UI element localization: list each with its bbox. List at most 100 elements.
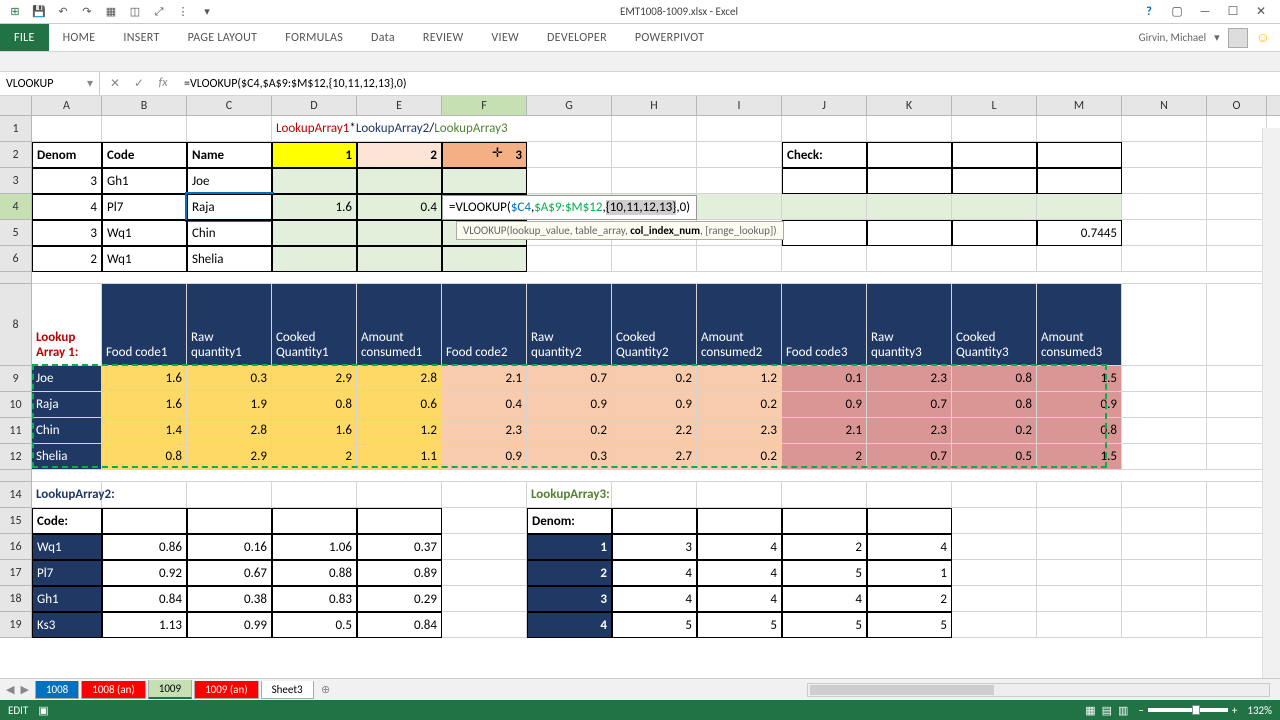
cell-I8[interactable]: Amount consumed2 — [697, 284, 782, 366]
sheet-nav-next-icon[interactable]: ▶ — [20, 683, 28, 696]
cell-A14[interactable]: LookupArray2: — [32, 482, 102, 508]
col-header-L[interactable]: L — [952, 96, 1037, 115]
qat-ext3-icon[interactable]: ⤢ — [148, 1, 170, 23]
row-header-13[interactable] — [0, 470, 32, 482]
cell-D2[interactable]: 1 — [272, 142, 357, 168]
col-header-D[interactable]: D — [272, 96, 357, 115]
cell-A4[interactable]: 4 — [32, 194, 102, 220]
col-header-B[interactable]: B — [102, 96, 187, 115]
col-header-E[interactable]: E — [357, 96, 442, 115]
cell-A12[interactable]: Shelia — [32, 444, 102, 470]
cell-M8[interactable]: Amount consumed3 — [1037, 284, 1122, 366]
cell-J8[interactable]: Food code3 — [782, 284, 867, 366]
tab-home[interactable]: HOME — [49, 24, 110, 51]
cell-A10[interactable]: Raja — [32, 392, 102, 418]
sheet-tab-1008an[interactable]: 1008 (an) — [81, 681, 146, 699]
close-icon[interactable]: ✕ — [1248, 2, 1274, 22]
col-header-C[interactable]: C — [187, 96, 272, 115]
col-header-M[interactable]: M — [1037, 96, 1122, 115]
qat-ext4-icon[interactable]: ⋮ — [172, 1, 194, 23]
ribbon-options-icon[interactable]: ▢ — [1164, 2, 1190, 22]
sheet-tab-1009[interactable]: 1009 — [148, 680, 192, 699]
account-user[interactable]: Girvin, Michael ▾ ☺ — [1129, 24, 1280, 51]
undo-icon[interactable]: ↶ — [52, 1, 74, 23]
macro-record-icon[interactable]: ▣ — [38, 704, 48, 717]
vertical-scrollbar[interactable] — [1262, 128, 1280, 678]
cancel-formula-icon[interactable]: ✕ — [106, 76, 124, 91]
row-header-8[interactable]: 8 — [0, 284, 32, 366]
minimize-icon[interactable]: — — [1192, 2, 1218, 22]
select-all-triangle[interactable] — [0, 96, 32, 115]
row-header-2[interactable]: 2 — [0, 142, 32, 168]
cell-B6[interactable]: Wq1 — [102, 246, 187, 272]
col-header-N[interactable]: N — [1122, 96, 1207, 115]
in-cell-formula[interactable]: =VLOOKUP($C4,$A$9:$M$12,{10,11,12,13},0) — [442, 195, 697, 220]
cells-area[interactable]: LookupArray1 * LookupArray2 / LookupArra… — [32, 116, 1267, 638]
col-header-F[interactable]: F — [442, 96, 527, 115]
cell-G8[interactable]: Raw quantity2 — [527, 284, 612, 366]
enter-formula-icon[interactable]: ✓ — [130, 76, 148, 91]
redo-icon[interactable]: ↷ — [76, 1, 98, 23]
cell-C1[interactable] — [187, 116, 272, 142]
tab-insert[interactable]: INSERT — [109, 24, 173, 51]
zoom-slider[interactable] — [1148, 708, 1228, 712]
row-header-6[interactable]: 6 — [0, 246, 32, 272]
cell-A9[interactable]: Joe — [32, 366, 102, 392]
cell-A8[interactable]: Lookup Array 1: — [32, 284, 102, 366]
cell-D4[interactable]: 1.6 — [272, 194, 357, 220]
row-header-9[interactable]: 9 — [0, 366, 32, 392]
tab-review[interactable]: REVIEW — [409, 24, 478, 51]
col-header-J[interactable]: J — [782, 96, 867, 115]
tab-formulas[interactable]: FORMULAS — [271, 24, 357, 51]
row-header-10[interactable]: 10 — [0, 392, 32, 418]
cell-B4[interactable]: Pl7 — [102, 194, 187, 220]
cell-G14[interactable]: LookupArray3: — [527, 482, 612, 508]
horizontal-scrollbar[interactable] — [807, 683, 1270, 697]
sheet-nav-prev-icon[interactable]: ◀ — [6, 683, 14, 696]
cell-F2[interactable]: 3 — [442, 142, 527, 168]
cell-E2[interactable]: 2 — [357, 142, 442, 168]
row-header-5[interactable]: 5 — [0, 220, 32, 246]
cell-B1[interactable] — [102, 116, 187, 142]
row-header-19[interactable]: 19 — [0, 612, 32, 638]
zoom-level[interactable]: 132% — [1247, 704, 1272, 717]
cell-G15[interactable]: Denom: — [527, 508, 612, 534]
tab-developer[interactable]: DEVELOPER — [533, 24, 621, 51]
name-box[interactable]: VLOOKUP ▾ — [0, 72, 100, 95]
sheet-tab-1009an[interactable]: 1009 (an) — [194, 681, 259, 699]
col-header-G[interactable]: G — [527, 96, 612, 115]
sheet-tab-sheet3[interactable]: Sheet3 — [261, 681, 314, 699]
row-header-12[interactable]: 12 — [0, 444, 32, 470]
new-sheet-icon[interactable]: ⊕ — [316, 683, 336, 696]
col-header-H[interactable]: H — [612, 96, 697, 115]
cell-C5[interactable]: Chin — [187, 220, 272, 246]
row-header-7[interactable] — [0, 272, 32, 284]
cell-A1[interactable] — [32, 116, 102, 142]
cell-C3[interactable]: Joe — [187, 168, 272, 194]
tab-view[interactable]: VIEW — [477, 24, 533, 51]
sheet-tab-1008[interactable]: 1008 — [35, 681, 79, 699]
cell-A2[interactable]: Denom — [32, 142, 102, 168]
cell-A11[interactable]: Chin — [32, 418, 102, 444]
tab-file[interactable]: FILE — [0, 24, 49, 51]
cell-A6[interactable]: 2 — [32, 246, 102, 272]
cell-H8[interactable]: Cooked Quantity2 — [612, 284, 697, 366]
col-header-A[interactable]: A — [32, 96, 102, 115]
cell-J2[interactable]: Check: — [782, 142, 867, 168]
tab-page-layout[interactable]: PAGE LAYOUT — [174, 24, 272, 51]
tab-powerpivot[interactable]: POWERPIVOT — [621, 24, 718, 51]
cell-D8[interactable]: Cooked Quantity1 — [272, 284, 357, 366]
cell-B8[interactable]: Food code1 — [102, 284, 187, 366]
col-header-O[interactable]: O — [1207, 96, 1267, 115]
cell-C4[interactable]: Raja — [187, 194, 272, 220]
qat-ext2-icon[interactable]: ◫ — [124, 1, 146, 23]
cell-A3[interactable]: 3 — [32, 168, 102, 194]
name-box-dropdown-icon[interactable]: ▾ — [87, 76, 93, 91]
row-header-14[interactable]: 14 — [0, 482, 32, 508]
row-header-1[interactable]: 1 — [0, 116, 32, 142]
qat-ext1-icon[interactable]: ▦ — [100, 1, 122, 23]
cell-M5[interactable]: 0.7445 — [1037, 220, 1122, 246]
col-header-I[interactable]: I — [697, 96, 782, 115]
view-normal-icon[interactable]: ▦ — [1085, 704, 1095, 717]
formula-input[interactable]: =VLOOKUP($C4,$A$9:$M$12,{10,11,12,13},0) — [178, 77, 1280, 91]
